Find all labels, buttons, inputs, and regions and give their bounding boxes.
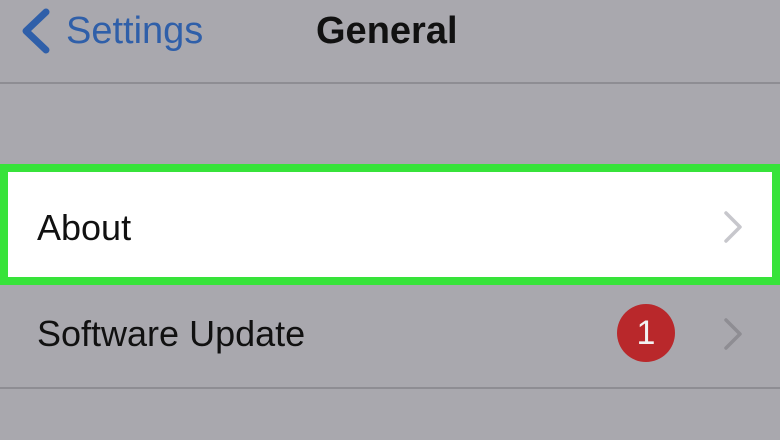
notification-badge: 1 xyxy=(617,304,675,362)
back-button[interactable]: Settings xyxy=(16,6,203,56)
back-button-label: Settings xyxy=(66,10,204,52)
about-row[interactable]: About xyxy=(0,164,780,285)
chevron-right-icon xyxy=(722,210,744,244)
chevron-left-icon xyxy=(22,8,50,54)
software-update-label: Software Update xyxy=(37,313,306,354)
navigation-bar: Settings General xyxy=(0,0,780,84)
software-update-row[interactable]: Software Update 1 xyxy=(0,285,780,389)
page-title: General xyxy=(316,10,458,52)
chevron-right-icon xyxy=(722,317,744,351)
about-label: About xyxy=(37,207,132,248)
